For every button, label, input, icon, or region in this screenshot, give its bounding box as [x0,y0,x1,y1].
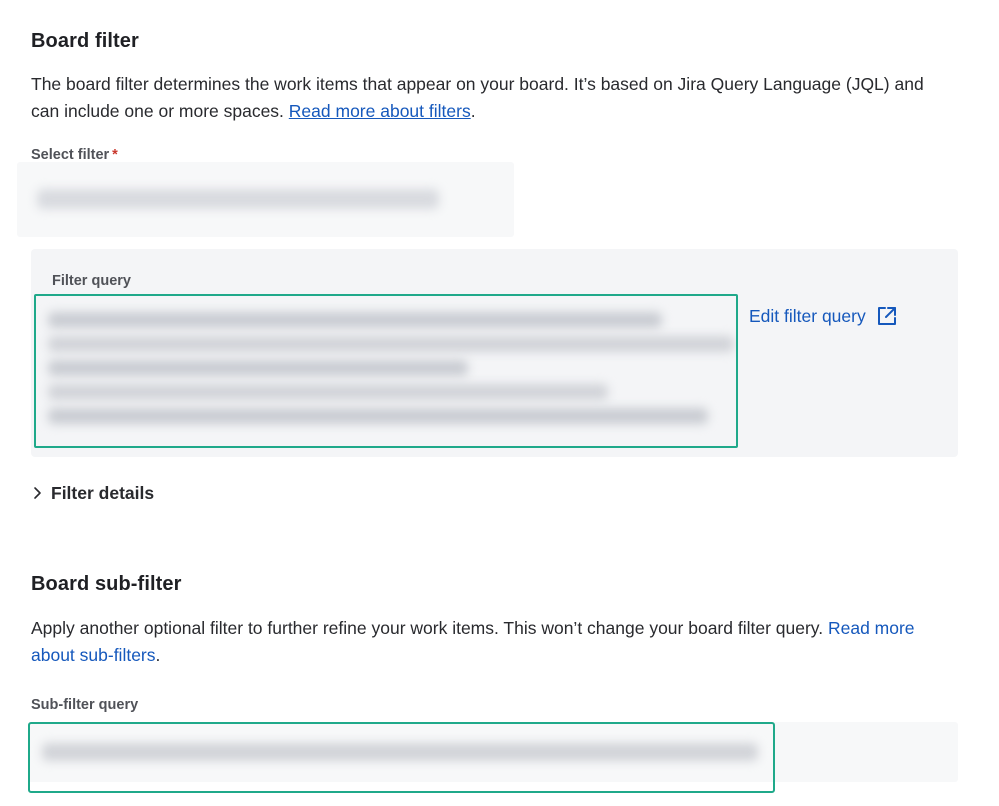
redacted-filter-name [37,189,439,209]
select-filter-dropdown[interactable] [17,162,514,237]
select-filter-label-text: Select filter [31,147,110,163]
redacted-query-line [48,360,468,376]
filter-query-text[interactable] [34,294,738,448]
board-filter-description-end: . [470,101,476,121]
filter-query-label: Filter query [52,273,131,289]
board-subfilter-description-end: . [155,645,161,665]
board-filter-heading: Board filter [31,30,139,52]
redacted-query-line [48,312,662,328]
subfilter-highlight-frame [28,722,775,793]
required-indicator: * [112,147,118,163]
select-filter-label: Select filter * [31,147,118,163]
external-link-icon [876,305,898,327]
board-subfilter-description: Apply another optional filter to further… [31,615,931,669]
redacted-query-line [48,384,608,400]
subfilter-query-label: Sub-filter query [31,697,139,713]
filter-details-label: Filter details [51,482,155,503]
filter-details-toggle[interactable]: Filter details [31,481,154,505]
board-filter-description: The board filter determines the work ite… [31,71,931,125]
board-filter-description-text: The board filter determines the work ite… [31,74,924,121]
redacted-query-line [48,336,734,352]
read-more-filters-link[interactable]: Read more about filters [289,101,471,121]
redacted-query-line [48,408,708,424]
chevron-right-icon [31,486,43,500]
board-filter-settings: Board filter The board filter determines… [0,0,999,806]
board-subfilter-description-text: Apply another optional filter to further… [31,618,828,638]
board-subfilter-heading: Board sub-filter [31,573,182,595]
edit-filter-query-label: Edit filter query [749,305,866,326]
edit-filter-query-link[interactable]: Edit filter query [749,304,898,328]
